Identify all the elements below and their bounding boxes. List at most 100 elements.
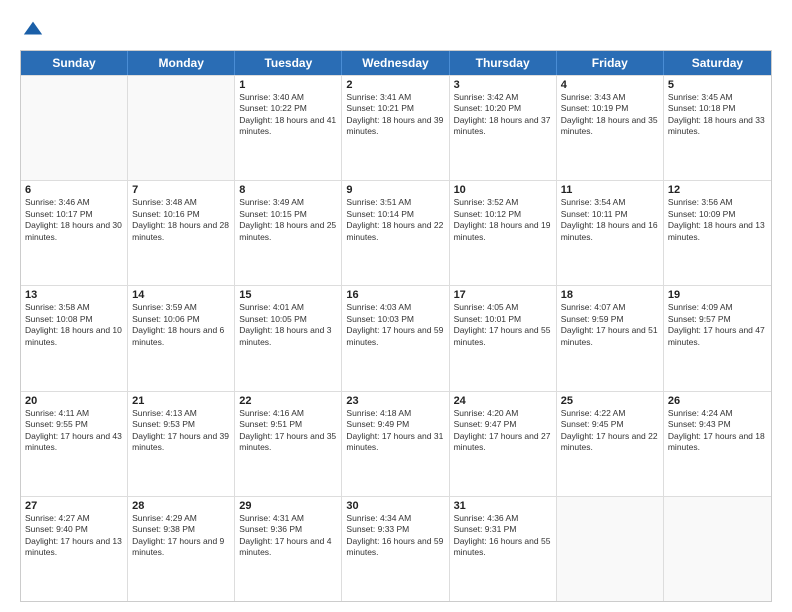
- cell-info: Sunrise: 4:27 AM Sunset: 9:40 PM Dayligh…: [25, 513, 123, 559]
- cell-day-number: 28: [132, 500, 230, 512]
- cell-info: Sunrise: 4:20 AM Sunset: 9:47 PM Dayligh…: [454, 408, 552, 454]
- header: [20, 18, 772, 40]
- cell-info: Sunrise: 3:51 AM Sunset: 10:14 PM Daylig…: [346, 197, 444, 243]
- cell-day-number: 7: [132, 184, 230, 196]
- calendar-cell: 3Sunrise: 3:42 AM Sunset: 10:20 PM Dayli…: [450, 76, 557, 180]
- cell-day-number: 20: [25, 395, 123, 407]
- cell-day-number: 15: [239, 289, 337, 301]
- cell-day-number: 10: [454, 184, 552, 196]
- cell-info: Sunrise: 4:09 AM Sunset: 9:57 PM Dayligh…: [668, 302, 767, 348]
- cell-day-number: 21: [132, 395, 230, 407]
- cell-day-number: 26: [668, 395, 767, 407]
- header-day-friday: Friday: [557, 51, 664, 75]
- cell-info: Sunrise: 3:49 AM Sunset: 10:15 PM Daylig…: [239, 197, 337, 243]
- cell-info: Sunrise: 4:29 AM Sunset: 9:38 PM Dayligh…: [132, 513, 230, 559]
- cell-info: Sunrise: 4:16 AM Sunset: 9:51 PM Dayligh…: [239, 408, 337, 454]
- cell-day-number: 3: [454, 79, 552, 91]
- calendar-row-2: 13Sunrise: 3:58 AM Sunset: 10:08 PM Dayl…: [21, 285, 771, 390]
- calendar-cell: 25Sunrise: 4:22 AM Sunset: 9:45 PM Dayli…: [557, 392, 664, 496]
- calendar-body: 1Sunrise: 3:40 AM Sunset: 10:22 PM Dayli…: [21, 75, 771, 601]
- cell-day-number: 23: [346, 395, 444, 407]
- calendar-cell: 4Sunrise: 3:43 AM Sunset: 10:19 PM Dayli…: [557, 76, 664, 180]
- calendar-cell: 15Sunrise: 4:01 AM Sunset: 10:05 PM Dayl…: [235, 286, 342, 390]
- cell-info: Sunrise: 3:45 AM Sunset: 10:18 PM Daylig…: [668, 92, 767, 138]
- calendar-cell: 14Sunrise: 3:59 AM Sunset: 10:06 PM Dayl…: [128, 286, 235, 390]
- calendar-cell: 13Sunrise: 3:58 AM Sunset: 10:08 PM Dayl…: [21, 286, 128, 390]
- calendar-cell: 6Sunrise: 3:46 AM Sunset: 10:17 PM Dayli…: [21, 181, 128, 285]
- cell-day-number: 24: [454, 395, 552, 407]
- calendar-cell: 2Sunrise: 3:41 AM Sunset: 10:21 PM Dayli…: [342, 76, 449, 180]
- calendar-cell: 11Sunrise: 3:54 AM Sunset: 10:11 PM Dayl…: [557, 181, 664, 285]
- cell-day-number: 30: [346, 500, 444, 512]
- calendar-cell: 18Sunrise: 4:07 AM Sunset: 9:59 PM Dayli…: [557, 286, 664, 390]
- calendar-cell: 8Sunrise: 3:49 AM Sunset: 10:15 PM Dayli…: [235, 181, 342, 285]
- cell-info: Sunrise: 4:01 AM Sunset: 10:05 PM Daylig…: [239, 302, 337, 348]
- cell-day-number: 25: [561, 395, 659, 407]
- cell-info: Sunrise: 4:24 AM Sunset: 9:43 PM Dayligh…: [668, 408, 767, 454]
- cell-info: Sunrise: 3:46 AM Sunset: 10:17 PM Daylig…: [25, 197, 123, 243]
- logo: [20, 18, 44, 40]
- cell-info: Sunrise: 3:48 AM Sunset: 10:16 PM Daylig…: [132, 197, 230, 243]
- calendar-cell: 26Sunrise: 4:24 AM Sunset: 9:43 PM Dayli…: [664, 392, 771, 496]
- cell-day-number: 29: [239, 500, 337, 512]
- header-day-monday: Monday: [128, 51, 235, 75]
- cell-info: Sunrise: 4:13 AM Sunset: 9:53 PM Dayligh…: [132, 408, 230, 454]
- calendar-cell: 19Sunrise: 4:09 AM Sunset: 9:57 PM Dayli…: [664, 286, 771, 390]
- calendar-cell: 9Sunrise: 3:51 AM Sunset: 10:14 PM Dayli…: [342, 181, 449, 285]
- calendar-cell: 31Sunrise: 4:36 AM Sunset: 9:31 PM Dayli…: [450, 497, 557, 601]
- cell-day-number: 27: [25, 500, 123, 512]
- cell-day-number: 4: [561, 79, 659, 91]
- calendar-cell: [21, 76, 128, 180]
- cell-info: Sunrise: 3:59 AM Sunset: 10:06 PM Daylig…: [132, 302, 230, 348]
- cell-day-number: 8: [239, 184, 337, 196]
- cell-day-number: 14: [132, 289, 230, 301]
- header-day-sunday: Sunday: [21, 51, 128, 75]
- calendar-row-3: 20Sunrise: 4:11 AM Sunset: 9:55 PM Dayli…: [21, 391, 771, 496]
- calendar-row-0: 1Sunrise: 3:40 AM Sunset: 10:22 PM Dayli…: [21, 75, 771, 180]
- cell-info: Sunrise: 4:05 AM Sunset: 10:01 PM Daylig…: [454, 302, 552, 348]
- cell-day-number: 11: [561, 184, 659, 196]
- cell-day-number: 17: [454, 289, 552, 301]
- cell-info: Sunrise: 4:22 AM Sunset: 9:45 PM Dayligh…: [561, 408, 659, 454]
- cell-day-number: 19: [668, 289, 767, 301]
- cell-info: Sunrise: 4:34 AM Sunset: 9:33 PM Dayligh…: [346, 513, 444, 559]
- header-day-tuesday: Tuesday: [235, 51, 342, 75]
- calendar-cell: 12Sunrise: 3:56 AM Sunset: 10:09 PM Dayl…: [664, 181, 771, 285]
- calendar-cell: 29Sunrise: 4:31 AM Sunset: 9:36 PM Dayli…: [235, 497, 342, 601]
- cell-day-number: 2: [346, 79, 444, 91]
- cell-info: Sunrise: 3:41 AM Sunset: 10:21 PM Daylig…: [346, 92, 444, 138]
- cell-day-number: 18: [561, 289, 659, 301]
- calendar-cell: 21Sunrise: 4:13 AM Sunset: 9:53 PM Dayli…: [128, 392, 235, 496]
- cell-day-number: 1: [239, 79, 337, 91]
- calendar-cell: 30Sunrise: 4:34 AM Sunset: 9:33 PM Dayli…: [342, 497, 449, 601]
- calendar-cell: 20Sunrise: 4:11 AM Sunset: 9:55 PM Dayli…: [21, 392, 128, 496]
- calendar-cell: 24Sunrise: 4:20 AM Sunset: 9:47 PM Dayli…: [450, 392, 557, 496]
- cell-day-number: 12: [668, 184, 767, 196]
- calendar-cell: 23Sunrise: 4:18 AM Sunset: 9:49 PM Dayli…: [342, 392, 449, 496]
- cell-info: Sunrise: 4:31 AM Sunset: 9:36 PM Dayligh…: [239, 513, 337, 559]
- calendar-cell: 7Sunrise: 3:48 AM Sunset: 10:16 PM Dayli…: [128, 181, 235, 285]
- cell-info: Sunrise: 3:52 AM Sunset: 10:12 PM Daylig…: [454, 197, 552, 243]
- calendar-row-1: 6Sunrise: 3:46 AM Sunset: 10:17 PM Dayli…: [21, 180, 771, 285]
- cell-info: Sunrise: 4:07 AM Sunset: 9:59 PM Dayligh…: [561, 302, 659, 348]
- cell-info: Sunrise: 3:43 AM Sunset: 10:19 PM Daylig…: [561, 92, 659, 138]
- cell-info: Sunrise: 4:03 AM Sunset: 10:03 PM Daylig…: [346, 302, 444, 348]
- cell-info: Sunrise: 3:54 AM Sunset: 10:11 PM Daylig…: [561, 197, 659, 243]
- logo-icon: [22, 18, 44, 40]
- calendar-row-4: 27Sunrise: 4:27 AM Sunset: 9:40 PM Dayli…: [21, 496, 771, 601]
- calendar-cell: 22Sunrise: 4:16 AM Sunset: 9:51 PM Dayli…: [235, 392, 342, 496]
- calendar-cell: 16Sunrise: 4:03 AM Sunset: 10:03 PM Dayl…: [342, 286, 449, 390]
- header-day-thursday: Thursday: [450, 51, 557, 75]
- cell-info: Sunrise: 3:40 AM Sunset: 10:22 PM Daylig…: [239, 92, 337, 138]
- header-day-wednesday: Wednesday: [342, 51, 449, 75]
- cell-info: Sunrise: 4:11 AM Sunset: 9:55 PM Dayligh…: [25, 408, 123, 454]
- cell-day-number: 6: [25, 184, 123, 196]
- cell-info: Sunrise: 4:18 AM Sunset: 9:49 PM Dayligh…: [346, 408, 444, 454]
- cell-day-number: 9: [346, 184, 444, 196]
- header-day-saturday: Saturday: [664, 51, 771, 75]
- calendar-cell: 17Sunrise: 4:05 AM Sunset: 10:01 PM Dayl…: [450, 286, 557, 390]
- calendar-cell: 27Sunrise: 4:27 AM Sunset: 9:40 PM Dayli…: [21, 497, 128, 601]
- calendar-cell: 1Sunrise: 3:40 AM Sunset: 10:22 PM Dayli…: [235, 76, 342, 180]
- cell-info: Sunrise: 4:36 AM Sunset: 9:31 PM Dayligh…: [454, 513, 552, 559]
- calendar-cell: [664, 497, 771, 601]
